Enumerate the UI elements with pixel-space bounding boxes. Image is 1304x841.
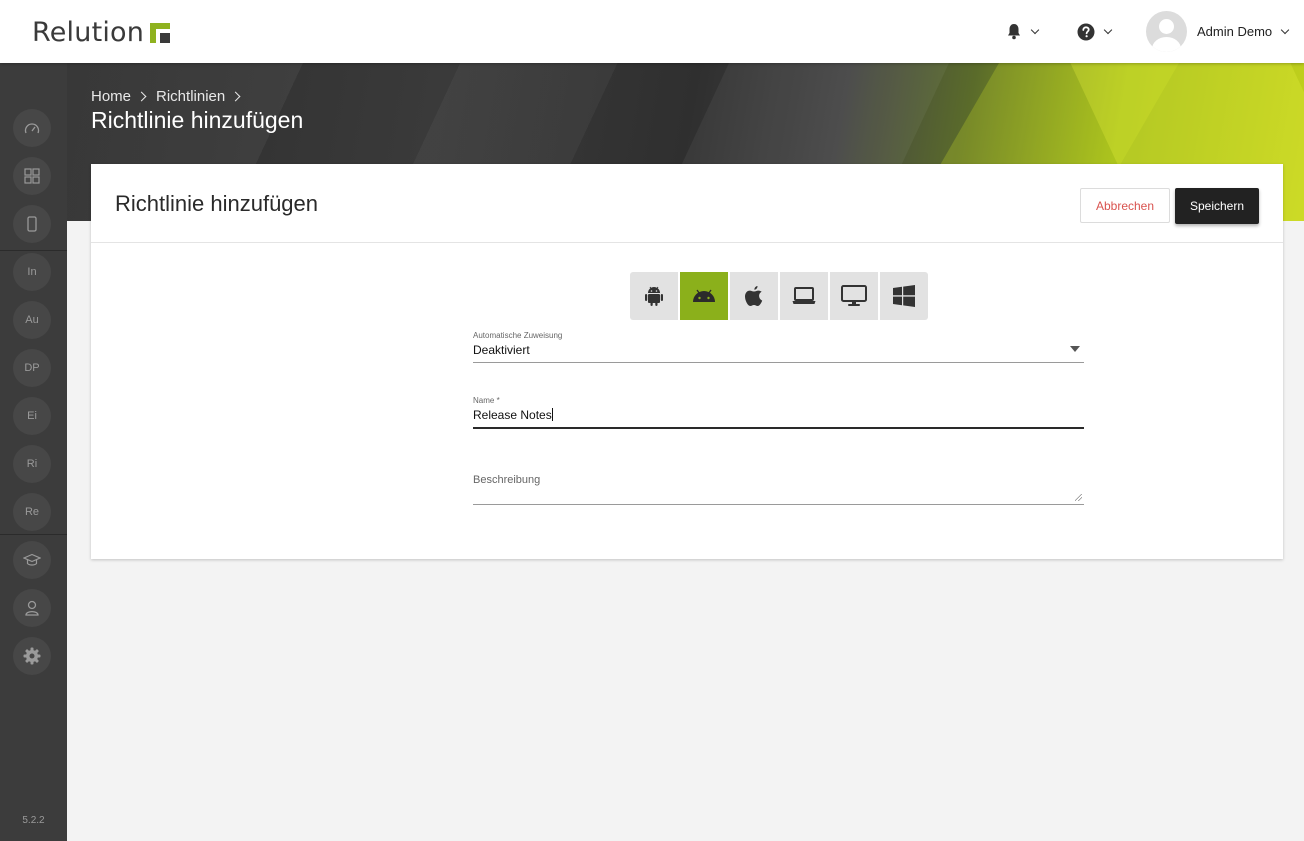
sidebar-item-users[interactable] <box>13 589 51 627</box>
logo-text: Relution <box>32 17 145 48</box>
sidebar-divider <box>0 250 67 251</box>
bell-icon <box>1008 24 1020 40</box>
platform-windows[interactable] <box>880 272 928 320</box>
sidebar-item-label: In <box>27 266 37 278</box>
breadcrumb-policies[interactable]: Richtlinien <box>156 88 225 105</box>
sidebar-item-re[interactable]: Re <box>13 493 51 531</box>
smartphone-icon <box>27 216 37 232</box>
relution-logo[interactable]: Relution <box>32 17 171 48</box>
sidebar-item-ri[interactable]: Ri <box>13 445 51 483</box>
avatar <box>1146 11 1187 52</box>
sidebar-item-in[interactable]: In <box>13 253 51 291</box>
user-menu[interactable]: Admin Demo <box>1146 0 1290 63</box>
breadcrumb-home[interactable]: Home <box>91 88 131 105</box>
card-header: Richtlinie hinzufügen Abbrechen Speicher… <box>91 164 1283 243</box>
sidebar-item-apps[interactable] <box>13 157 51 195</box>
android-robot-icon <box>645 286 663 306</box>
sidebar-item-label: Au <box>25 314 39 326</box>
dropdown-arrow-icon <box>1070 346 1080 352</box>
card-title: Richtlinie hinzufügen <box>115 191 319 216</box>
breadcrumb: Home Richtlinien <box>91 88 243 105</box>
chevron-right-icon <box>230 91 241 102</box>
description-label: Beschreibung <box>473 474 541 486</box>
save-button[interactable]: Speichern <box>1175 188 1259 224</box>
sidebar-item-devices[interactable] <box>13 205 51 243</box>
policy-form-card: Richtlinie hinzufügen Abbrechen Speicher… <box>91 164 1283 559</box>
assignment-value: Deaktiviert <box>473 343 530 357</box>
grid-icon <box>24 168 40 184</box>
sidebar-item-label: Re <box>24 506 40 518</box>
sidebar-item-settings[interactable] <box>13 637 51 675</box>
resize-handle-icon[interactable] <box>1075 494 1082 501</box>
apple-icon <box>745 286 763 306</box>
name-value: Release Notes <box>473 408 552 422</box>
platform-macos[interactable] <box>780 272 828 320</box>
chevron-down-icon <box>1030 25 1040 34</box>
speedometer-icon <box>24 123 40 134</box>
platform-android-enterprise[interactable] <box>680 272 728 320</box>
assignment-select[interactable]: Automatische Zuweisung Deaktiviert <box>473 331 1084 363</box>
sidebar-divider <box>0 534 67 535</box>
monitor-icon <box>841 285 867 306</box>
android-head-icon <box>693 289 715 302</box>
user-name: Admin Demo <box>1197 24 1273 39</box>
assignment-label: Automatische Zuweisung <box>473 331 563 340</box>
name-label: Name * <box>473 396 500 405</box>
sidebar-item-education[interactable] <box>13 541 51 579</box>
sidebar-item-dashboard[interactable] <box>13 109 51 147</box>
sidebar: In Au DP Ei Ri Re 5.2.2 <box>0 63 67 841</box>
sidebar-item-ei[interactable]: Ei <box>13 397 51 435</box>
notifications-menu[interactable] <box>1006 0 1040 63</box>
top-bar: Relution Admin Demo <box>0 0 1304 63</box>
laptop-icon <box>792 287 816 304</box>
gear-icon <box>23 647 41 665</box>
graduation-cap-icon <box>23 553 41 566</box>
user-icon <box>25 600 39 616</box>
sidebar-item-dp[interactable]: DP <box>13 349 51 387</box>
sidebar-item-label: DP <box>24 362 40 374</box>
platform-ios[interactable] <box>730 272 778 320</box>
windows-icon <box>893 285 915 307</box>
description-textarea[interactable]: Beschreibung <box>473 474 1084 505</box>
text-caret <box>551 408 553 421</box>
page-title: Richtlinie hinzufügen <box>91 107 304 133</box>
chevron-down-icon <box>1103 25 1113 34</box>
help-icon <box>1077 23 1095 40</box>
help-menu[interactable] <box>1077 0 1113 63</box>
logo-mark-icon <box>150 22 171 43</box>
sidebar-item-au[interactable]: Au <box>13 301 51 339</box>
platform-android-legacy[interactable] <box>630 272 678 320</box>
sidebar-item-label: Ri <box>26 458 38 470</box>
app-version: 5.2.2 <box>22 815 45 826</box>
platform-desktop[interactable] <box>830 272 878 320</box>
name-input[interactable]: Name * Release Notes <box>473 396 1084 429</box>
sidebar-item-label: Ei <box>27 410 37 422</box>
chevron-down-icon <box>1280 25 1290 34</box>
platform-selector <box>630 272 928 320</box>
cancel-button[interactable]: Abbrechen <box>1080 188 1170 223</box>
chevron-right-icon <box>136 91 147 102</box>
